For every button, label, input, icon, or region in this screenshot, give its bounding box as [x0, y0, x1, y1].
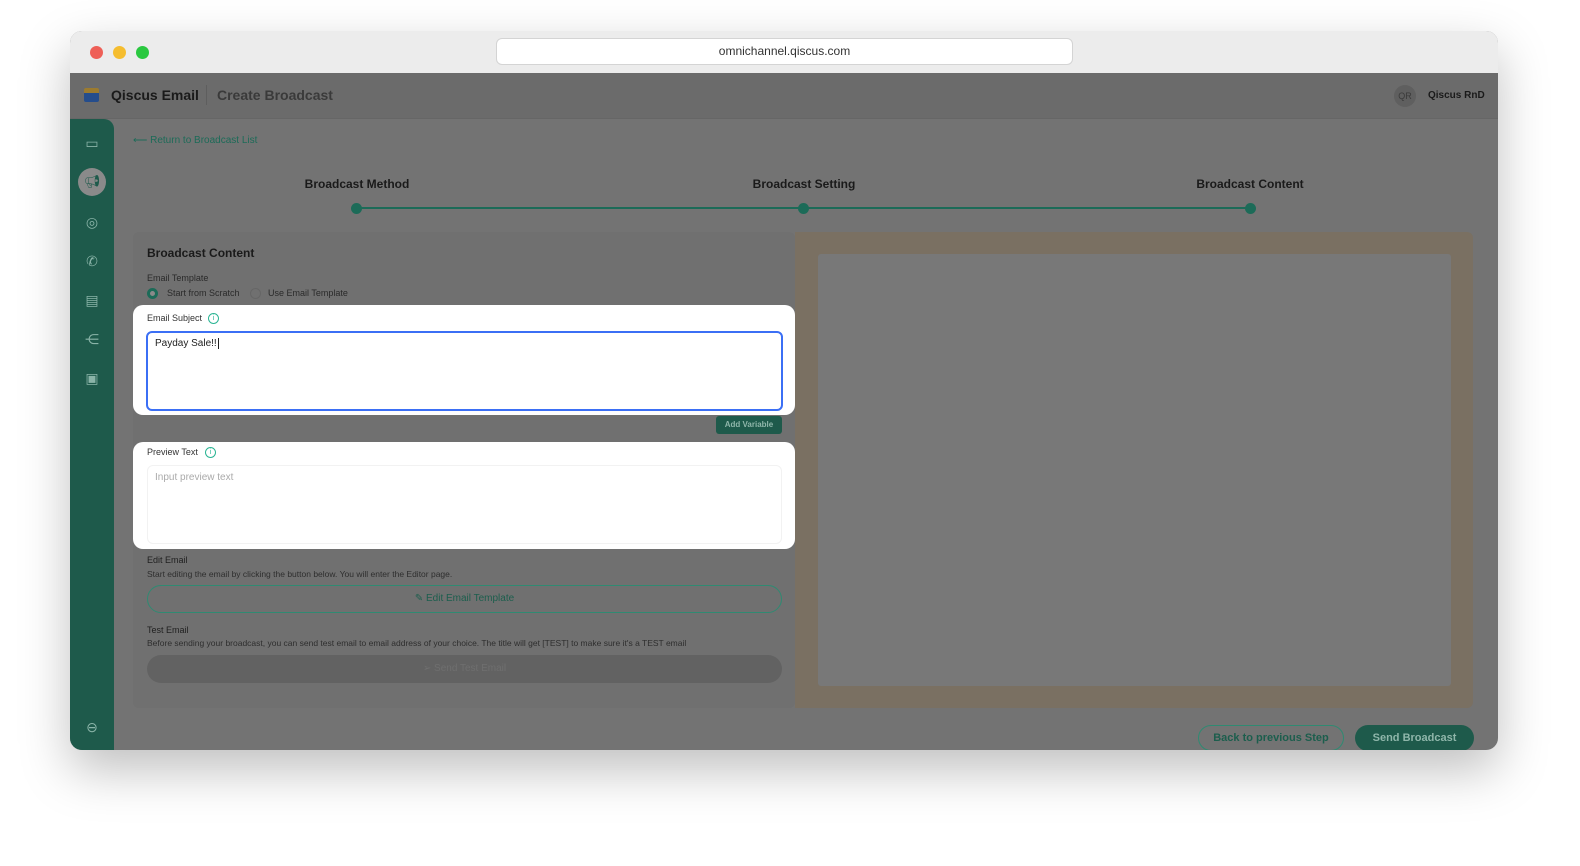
email-subject-label: Email Subject: [147, 313, 203, 323]
maximize-window-button[interactable]: [136, 46, 149, 59]
app-name: Qiscus Email: [111, 87, 199, 103]
radio-scratch-label[interactable]: Start from Scratch: [167, 288, 240, 298]
send-test-email-label: Send Test Email: [434, 663, 507, 674]
email-subject-section: Email Subject i Payday Sale!!: [133, 305, 795, 415]
browser-titlebar: omnichannel.qiscus.com: [70, 31, 1498, 73]
back-to-previous-step-button[interactable]: Back to previous Step: [1198, 725, 1344, 750]
info-icon[interactable]: i: [205, 447, 216, 458]
edit-email-template-label: Edit Email Template: [425, 593, 515, 604]
send-test-email-button[interactable]: ➢ Send Test Email: [147, 655, 782, 683]
edit-email-description: Start editing the email by clicking the …: [147, 569, 453, 579]
collapse-icon[interactable]: ⊖: [82, 717, 102, 737]
address-bar[interactable]: omnichannel.qiscus.com: [496, 38, 1073, 65]
send-broadcast-button[interactable]: Send Broadcast: [1355, 725, 1474, 750]
share-icon[interactable]: ⋲: [82, 329, 102, 349]
user-name[interactable]: Qiscus RnD: [1428, 90, 1485, 101]
form-title: Broadcast Content: [147, 246, 255, 260]
minimize-window-button[interactable]: [113, 46, 126, 59]
contact-card-icon[interactable]: ▣: [82, 368, 102, 388]
email-subject-input[interactable]: Payday Sale!!: [146, 331, 783, 411]
radio-template-label[interactable]: Use Email Template: [268, 288, 348, 298]
step-dot: [1245, 203, 1256, 214]
step-setting: Broadcast Setting: [752, 177, 856, 191]
report-icon[interactable]: ▤: [82, 290, 102, 310]
preview-text-label: Preview Text: [147, 447, 198, 457]
edit-icon: ✎: [414, 593, 426, 604]
radio-scratch[interactable]: [147, 288, 158, 299]
add-variable-button[interactable]: Add Variable: [716, 416, 782, 434]
megaphone-icon[interactable]: 📢︎: [78, 168, 106, 196]
arrow-left-icon: ⟵: [133, 135, 151, 146]
send-icon: ➢: [422, 663, 435, 674]
app-header: Qiscus Email Create Broadcast QR Qiscus …: [70, 73, 1498, 119]
page-title: Create Broadcast: [217, 87, 333, 103]
test-email-label: Test Email: [147, 625, 189, 635]
header-divider: [206, 85, 207, 105]
preview-text-section: Preview Text i Input preview text: [133, 442, 795, 549]
preview-text-input[interactable]: Input preview text: [147, 465, 782, 544]
sidebar: ▭ 📢︎ ◎ ✆ ▤ ⋲ ▣ ⊖: [70, 119, 114, 750]
close-window-button[interactable]: [90, 46, 103, 59]
edit-email-label: Edit Email: [147, 555, 188, 565]
browser-window: omnichannel.qiscus.com Qiscus Email Crea…: [70, 31, 1498, 750]
step-method: Broadcast Method: [304, 177, 410, 191]
user-circle-icon[interactable]: ◎: [82, 212, 102, 232]
radio-template[interactable]: [250, 288, 261, 299]
email-subject-value: Payday Sale!!: [155, 338, 217, 349]
info-icon[interactable]: i: [208, 313, 219, 324]
edit-email-template-button[interactable]: ✎ Edit Email Template: [147, 585, 782, 613]
back-link[interactable]: ⟵ Return to Broadcast List: [133, 135, 257, 146]
email-logo-icon: [84, 88, 99, 102]
window-icon[interactable]: ▭: [82, 133, 102, 153]
avatar[interactable]: QR: [1394, 85, 1416, 107]
step-dot: [351, 203, 362, 214]
step-dot: [798, 203, 809, 214]
test-email-description: Before sending your broadcast, you can s…: [147, 638, 687, 648]
back-link-label: Return to Broadcast List: [150, 135, 258, 146]
phone-icon[interactable]: ✆: [82, 251, 102, 271]
email-preview-canvas: [818, 254, 1451, 686]
email-preview-panel: [795, 232, 1473, 708]
template-label: Email Template: [147, 273, 209, 283]
step-content: Broadcast Content: [1196, 177, 1304, 191]
text-cursor: [217, 338, 222, 349]
